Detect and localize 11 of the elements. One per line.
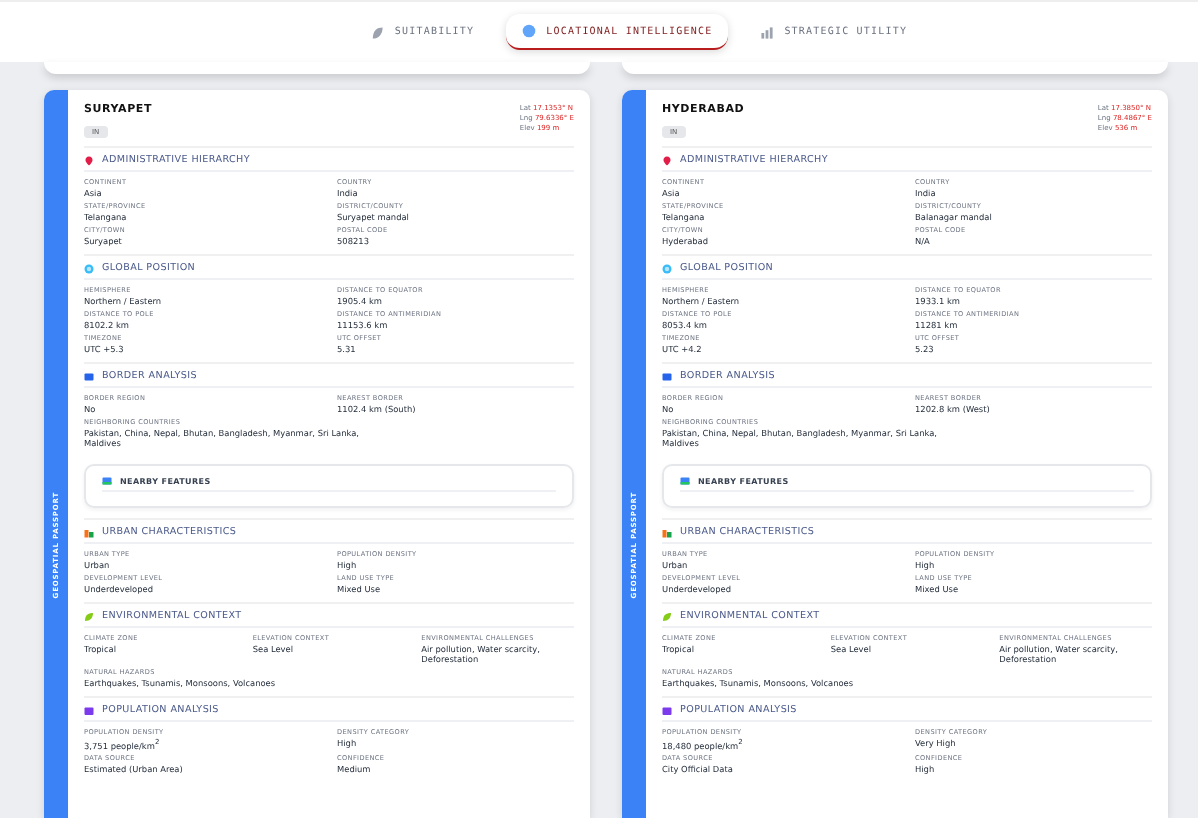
pin-icon (662, 156, 672, 166)
pin-icon (84, 156, 94, 166)
leaf-icon (84, 612, 94, 622)
building-icon (84, 528, 94, 538)
building-icon (662, 528, 672, 538)
globe-icon (84, 264, 94, 274)
leaf-icon (662, 612, 672, 622)
leaf-icon (370, 25, 385, 39)
globe-icon (662, 264, 672, 274)
chart-icon (760, 25, 775, 39)
globe-icon (522, 24, 537, 38)
